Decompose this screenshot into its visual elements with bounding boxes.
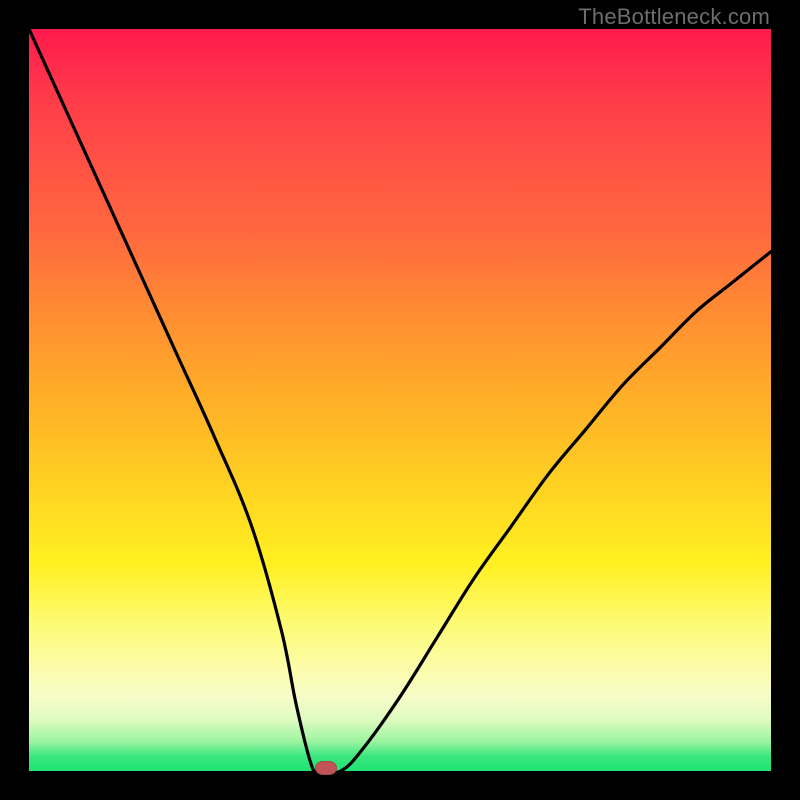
chart-frame: TheBottleneck.com	[0, 0, 800, 800]
watermark-text: TheBottleneck.com	[578, 4, 770, 30]
minimum-marker	[315, 761, 337, 775]
curve-path	[29, 29, 771, 771]
plot-area	[29, 29, 771, 771]
bottleneck-curve	[29, 29, 771, 771]
